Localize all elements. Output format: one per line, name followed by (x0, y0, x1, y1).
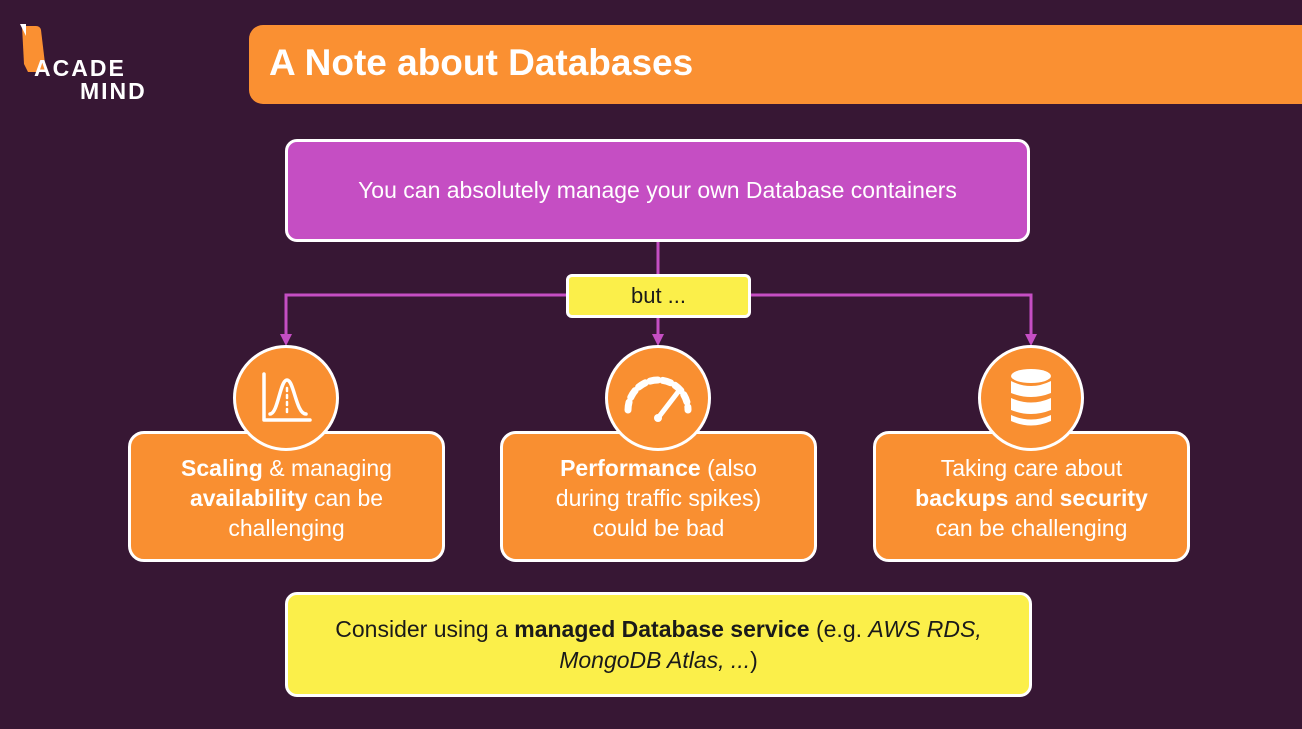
card-line: Scaling & managing (131, 453, 442, 483)
card-text: (also (700, 455, 757, 481)
card-line: challenging (228, 515, 345, 541)
recommendation-box: Consider using a managed Database servic… (285, 592, 1032, 697)
card-bold-text: backups (915, 485, 1009, 511)
card-line: availability can be (131, 483, 442, 513)
card-bold-text: Performance (560, 455, 701, 481)
connector-label-box: but ... (566, 274, 751, 318)
card-line: Performance (also (503, 453, 814, 483)
icon-circle-scaling (233, 345, 339, 451)
card-line: Taking care about (940, 455, 1123, 481)
card-text: & managing (262, 455, 392, 481)
card-text: and (1008, 485, 1060, 511)
bell-curve-chart-icon (262, 372, 312, 422)
card-bold-text: availability (189, 485, 308, 511)
recommendation-text: Consider using a managed Database servic… (324, 614, 994, 676)
intro-box: You can absolutely manage your own Datab… (285, 139, 1030, 242)
speedometer-icon (624, 376, 692, 422)
card-line: could be bad (592, 515, 725, 541)
card-text: can be (307, 485, 384, 511)
card-line: during traffic spikes) (555, 485, 762, 511)
card-line: backups and security (876, 483, 1187, 513)
arrow-left (280, 293, 566, 346)
icon-circle-performance (605, 345, 711, 451)
arrow-right (751, 293, 1037, 346)
card-bold-text: Scaling (181, 455, 263, 481)
recommendation-suffix: ) (750, 646, 758, 673)
card-line: can be challenging (935, 515, 1128, 541)
recommendation-bold: managed Database service (514, 615, 810, 642)
recommendation-mid: (e.g. (809, 615, 869, 642)
icon-circle-backups (978, 345, 1084, 451)
recommendation-prefix: Consider using a (335, 615, 515, 642)
card-bold-text: security (1059, 485, 1148, 511)
database-icon (1011, 369, 1051, 426)
connector-label: but ... (630, 283, 687, 308)
intro-text: You can absolutely manage your own Datab… (358, 177, 957, 203)
